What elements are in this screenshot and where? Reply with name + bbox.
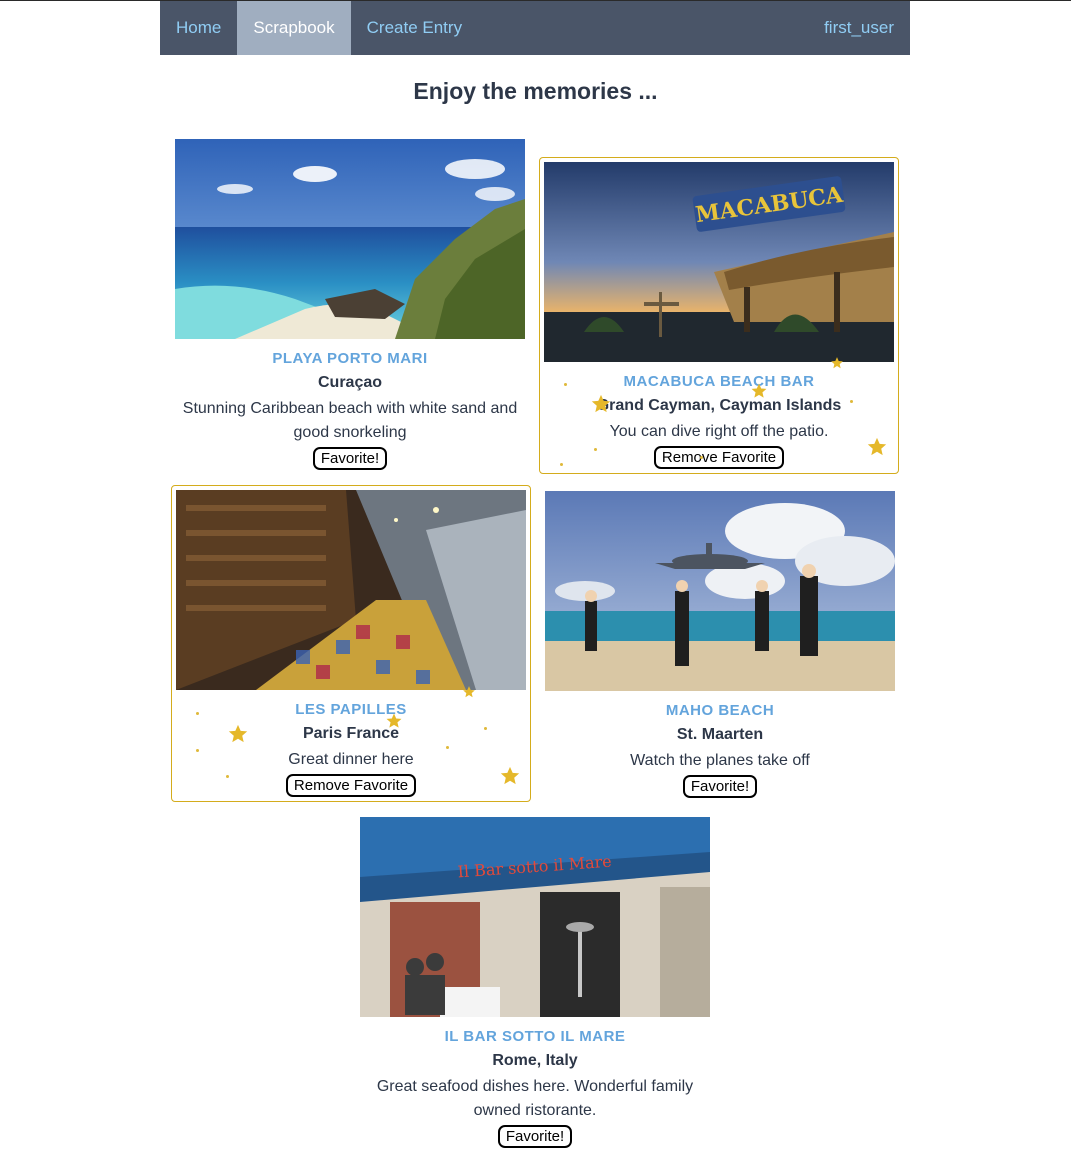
star-icon bbox=[463, 686, 475, 698]
navbar: Home Scrapbook Create Entry first_user bbox=[160, 1, 910, 55]
entry-title: LES PAPILLES bbox=[295, 701, 407, 718]
restaurant-interior-photo bbox=[176, 490, 526, 690]
entry-description: You can dive right off the patio. bbox=[609, 423, 829, 440]
entry-title: MACABUCA BEACH BAR bbox=[623, 373, 815, 390]
star-icon bbox=[591, 394, 611, 413]
sparkle-dot bbox=[594, 448, 597, 451]
sparkle-dot bbox=[196, 712, 199, 715]
entry-title: PLAYA PORTO MARI bbox=[272, 350, 428, 367]
restaurant-storefront-photo: Il Bar sotto il Mare bbox=[360, 817, 710, 1017]
entry-location: St. Maarten bbox=[676, 726, 764, 743]
entry-title: MAHO BEACH bbox=[665, 702, 775, 719]
favorite-button[interactable]: Favorite! bbox=[682, 775, 758, 798]
star-icon bbox=[867, 437, 887, 456]
scrapbook-card-macabuca-beach-bar: MACABUCA MACABUCA BEACH BAR Grand Cayman… bbox=[539, 157, 899, 474]
scrapbook-card-il-bar-sotto-il-mare: Il Bar sotto il Mare IL BAR SOTTO IL MAR… bbox=[360, 817, 710, 1148]
star-icon bbox=[228, 724, 248, 743]
entry-title: IL BAR SOTTO IL MARE bbox=[444, 1028, 626, 1045]
star-icon bbox=[500, 766, 520, 785]
remove-favorite-button[interactable]: Remove Favorite bbox=[653, 446, 785, 469]
sparkle-dot bbox=[700, 456, 703, 459]
remove-favorite-button[interactable]: Remove Favorite bbox=[285, 774, 417, 797]
scrapbook-card-playa-porto-mari: PLAYA PORTO MARI Curaçao Stunning Caribb… bbox=[175, 139, 525, 470]
tiki-bar-sunset-photo: MACABUCA bbox=[544, 162, 894, 362]
scrapbook-card-les-papilles: LES PAPILLES Paris France Great dinner h… bbox=[171, 485, 531, 802]
sparkle-dot bbox=[564, 383, 567, 386]
star-icon bbox=[751, 383, 767, 398]
favorite-button[interactable]: Favorite! bbox=[497, 1125, 573, 1148]
page-title: Enjoy the memories ... bbox=[413, 78, 658, 104]
entry-description: Stunning Caribbean beach with white sand… bbox=[182, 400, 518, 441]
sparkle-dot bbox=[484, 727, 487, 730]
nav-scrapbook-link[interactable]: Scrapbook bbox=[237, 1, 351, 55]
sparkle-dot bbox=[446, 746, 449, 749]
scrapbook-card-maho-beach: MAHO BEACH St. Maarten Watch the planes … bbox=[545, 491, 895, 798]
entry-location: Rome, Italy bbox=[492, 1052, 578, 1069]
nav-home-link[interactable]: Home bbox=[160, 1, 237, 55]
star-icon bbox=[831, 357, 843, 369]
star-icon bbox=[386, 713, 402, 728]
entry-description: Great dinner here bbox=[288, 751, 414, 768]
sparkle-dot bbox=[196, 749, 199, 752]
nav-user-link[interactable]: first_user bbox=[808, 1, 910, 55]
nav-create-entry-link[interactable]: Create Entry bbox=[351, 1, 478, 55]
sparkle-dot bbox=[226, 775, 229, 778]
entry-location: Curaçao bbox=[317, 374, 383, 391]
favorite-button[interactable]: Favorite! bbox=[312, 447, 388, 470]
entry-description: Watch the planes take off bbox=[630, 752, 810, 769]
sparkle-dot bbox=[560, 463, 563, 466]
beach-cliff-photo bbox=[175, 139, 525, 339]
entry-description: Great seafood dishes here. Wonderful fam… bbox=[376, 1078, 694, 1119]
plane-landing-beach-photo bbox=[545, 491, 895, 691]
sparkle-dot bbox=[850, 400, 853, 403]
